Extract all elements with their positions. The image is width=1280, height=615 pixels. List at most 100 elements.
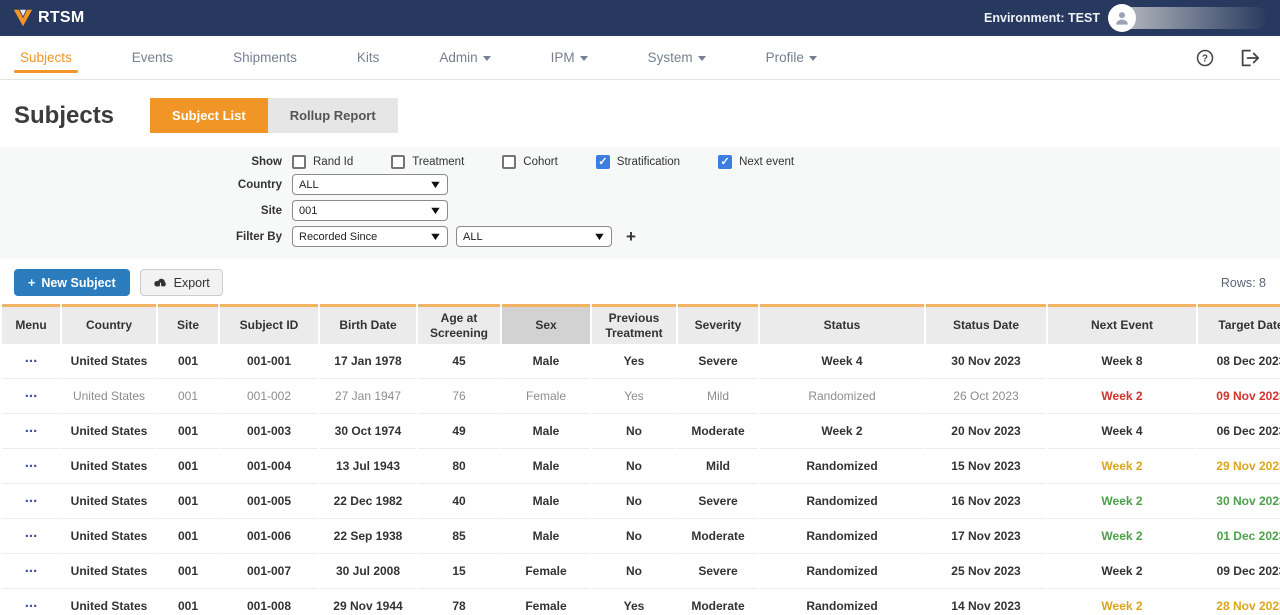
column-header-country[interactable]: Country xyxy=(62,304,156,344)
filter-by-select[interactable]: Recorded Since ▼ xyxy=(292,226,448,247)
row-menu-button[interactable]: ... xyxy=(25,524,38,541)
cell-sex: Male xyxy=(502,484,590,519)
row-menu-button[interactable]: ... xyxy=(25,594,38,611)
cell-site: 001 xyxy=(158,344,218,379)
cell-status-date: 30 Nov 2023 xyxy=(926,344,1046,379)
avatar[interactable] xyxy=(1108,4,1136,32)
cell-status: Randomized xyxy=(760,519,924,554)
cell-severity: Severe xyxy=(678,344,758,379)
cell-sex: Female xyxy=(502,379,590,414)
column-header-target-date[interactable]: Target Date xyxy=(1198,304,1280,344)
cell-status-date: 25 Nov 2023 xyxy=(926,554,1046,589)
column-header-next-event[interactable]: Next Event xyxy=(1048,304,1196,344)
table-row: ...United States001001-00117 Jan 197845M… xyxy=(2,344,1280,379)
column-header-previous-treatment[interactable]: Previous Treatment xyxy=(592,304,676,344)
show-option-rand-id[interactable]: Rand Id xyxy=(292,155,353,169)
rtsm-logo-icon xyxy=(12,7,34,29)
chevron-down-icon: ▼ xyxy=(428,179,442,191)
column-header-severity[interactable]: Severity xyxy=(678,304,758,344)
nav-item-subjects[interactable]: Subjects xyxy=(14,36,78,79)
caret-down-icon xyxy=(698,56,706,61)
chevron-down-icon: ▼ xyxy=(592,231,606,243)
row-menu-button[interactable]: ... xyxy=(25,419,38,436)
show-option-cohort[interactable]: Cohort xyxy=(502,155,558,169)
column-header-menu[interactable]: Menu xyxy=(2,304,60,344)
cell-target-date: 29 Nov 2023 xyxy=(1198,449,1280,484)
filter-value-select-value: ALL xyxy=(463,231,483,243)
nav-item-profile[interactable]: Profile xyxy=(760,36,823,79)
nav-item-admin[interactable]: Admin xyxy=(433,36,496,79)
nav-item-system[interactable]: System xyxy=(642,36,712,79)
nav-item-shipments[interactable]: Shipments xyxy=(227,36,303,79)
export-label: Export xyxy=(174,276,210,290)
checkbox-checked-icon[interactable]: ✓ xyxy=(718,155,732,169)
filter-value-select[interactable]: ALL ▼ xyxy=(456,226,612,247)
column-header-site[interactable]: Site xyxy=(158,304,218,344)
export-button[interactable]: Export xyxy=(140,269,223,296)
nav-items: Subjects Events Shipments Kits Admin IPM Syste… xyxy=(14,36,871,79)
topbar: RTSM Environment: TEST xyxy=(0,0,1280,36)
cell-status-date: 16 Nov 2023 xyxy=(926,484,1046,519)
row-menu-cell: ... xyxy=(2,344,60,379)
cell-severity: Mild xyxy=(678,449,758,484)
site-select[interactable]: 001 ▼ xyxy=(292,200,448,221)
cell-next-event: Week 4 xyxy=(1048,414,1196,449)
cell-next-event: Week 2 xyxy=(1048,484,1196,519)
checkbox-label: Next event xyxy=(739,156,794,168)
cell-country: United States xyxy=(62,519,156,554)
column-header-age-at-screening[interactable]: Age at Screening xyxy=(418,304,500,344)
cell-target-date: 01 Dec 2023 xyxy=(1198,519,1280,554)
row-menu-button[interactable]: ... xyxy=(25,559,38,576)
column-header-subject-id[interactable]: Subject ID xyxy=(220,304,318,344)
tab-subject-list[interactable]: Subject List xyxy=(150,98,268,133)
row-menu-button[interactable]: ... xyxy=(25,454,38,471)
cell-country: United States xyxy=(62,344,156,379)
row-menu-button[interactable]: ... xyxy=(25,384,38,401)
cell-target-date: 30 Nov 2023 xyxy=(1198,484,1280,519)
show-option-treatment[interactable]: Treatment xyxy=(391,155,464,169)
column-header-sex[interactable]: Sex xyxy=(502,304,590,344)
cell-target-date: 28 Nov 2023 xyxy=(1198,589,1280,615)
new-subject-button[interactable]: + New Subject xyxy=(14,269,130,296)
row-menu-cell: ... xyxy=(2,554,60,589)
cell-next-event: Week 2 xyxy=(1048,379,1196,414)
show-option-next-event[interactable]: ✓ Next event xyxy=(718,155,794,169)
nav-item-kits[interactable]: Kits xyxy=(351,36,386,79)
cell-site: 001 xyxy=(158,554,218,589)
cell-birth-date: 17 Jan 1978 xyxy=(320,344,416,379)
user-menu[interactable] xyxy=(1108,6,1268,30)
column-header-status[interactable]: Status xyxy=(760,304,924,344)
row-menu-button[interactable]: ... xyxy=(25,349,38,366)
cell-prev-treatment: No xyxy=(592,414,676,449)
row-menu-button[interactable]: ... xyxy=(25,489,38,506)
cell-severity: Moderate xyxy=(678,589,758,615)
cell-status: Week 2 xyxy=(760,414,924,449)
logout-button[interactable] xyxy=(1240,49,1260,67)
help-button[interactable]: ? xyxy=(1196,49,1214,67)
cell-site: 001 xyxy=(158,414,218,449)
checkbox-icon[interactable] xyxy=(292,155,306,169)
checkbox-label: Rand Id xyxy=(313,156,353,168)
country-select[interactable]: ALL ▼ xyxy=(292,174,448,195)
nav-item-ipm[interactable]: IPM xyxy=(545,36,594,79)
cell-status-date: 26 Oct 2023 xyxy=(926,379,1046,414)
table-body: ...United States001001-00117 Jan 197845M… xyxy=(2,344,1280,615)
page-head: Subjects Subject ListRollup Report xyxy=(0,80,1280,147)
chevron-down-icon: ▼ xyxy=(428,231,442,243)
add-filter-button[interactable]: + xyxy=(626,227,636,247)
checkbox-icon[interactable] xyxy=(502,155,516,169)
cell-age: 85 xyxy=(418,519,500,554)
column-header-status-date[interactable]: Status Date xyxy=(926,304,1046,344)
site-select-value: 001 xyxy=(299,205,317,217)
cell-status: Randomized xyxy=(760,484,924,519)
filter-by-label: Filter By xyxy=(0,231,292,243)
cell-subject-id: 001-002 xyxy=(220,379,318,414)
cell-subject-id: 001-004 xyxy=(220,449,318,484)
column-header-birth-date[interactable]: Birth Date xyxy=(320,304,416,344)
show-option-stratification[interactable]: ✓Stratification xyxy=(596,155,680,169)
checkbox-checked-icon[interactable]: ✓ xyxy=(596,155,610,169)
checkbox-icon[interactable] xyxy=(391,155,405,169)
nav-item-events[interactable]: Events xyxy=(126,36,179,79)
cell-severity: Moderate xyxy=(678,414,758,449)
tab-rollup-report[interactable]: Rollup Report xyxy=(268,98,398,133)
